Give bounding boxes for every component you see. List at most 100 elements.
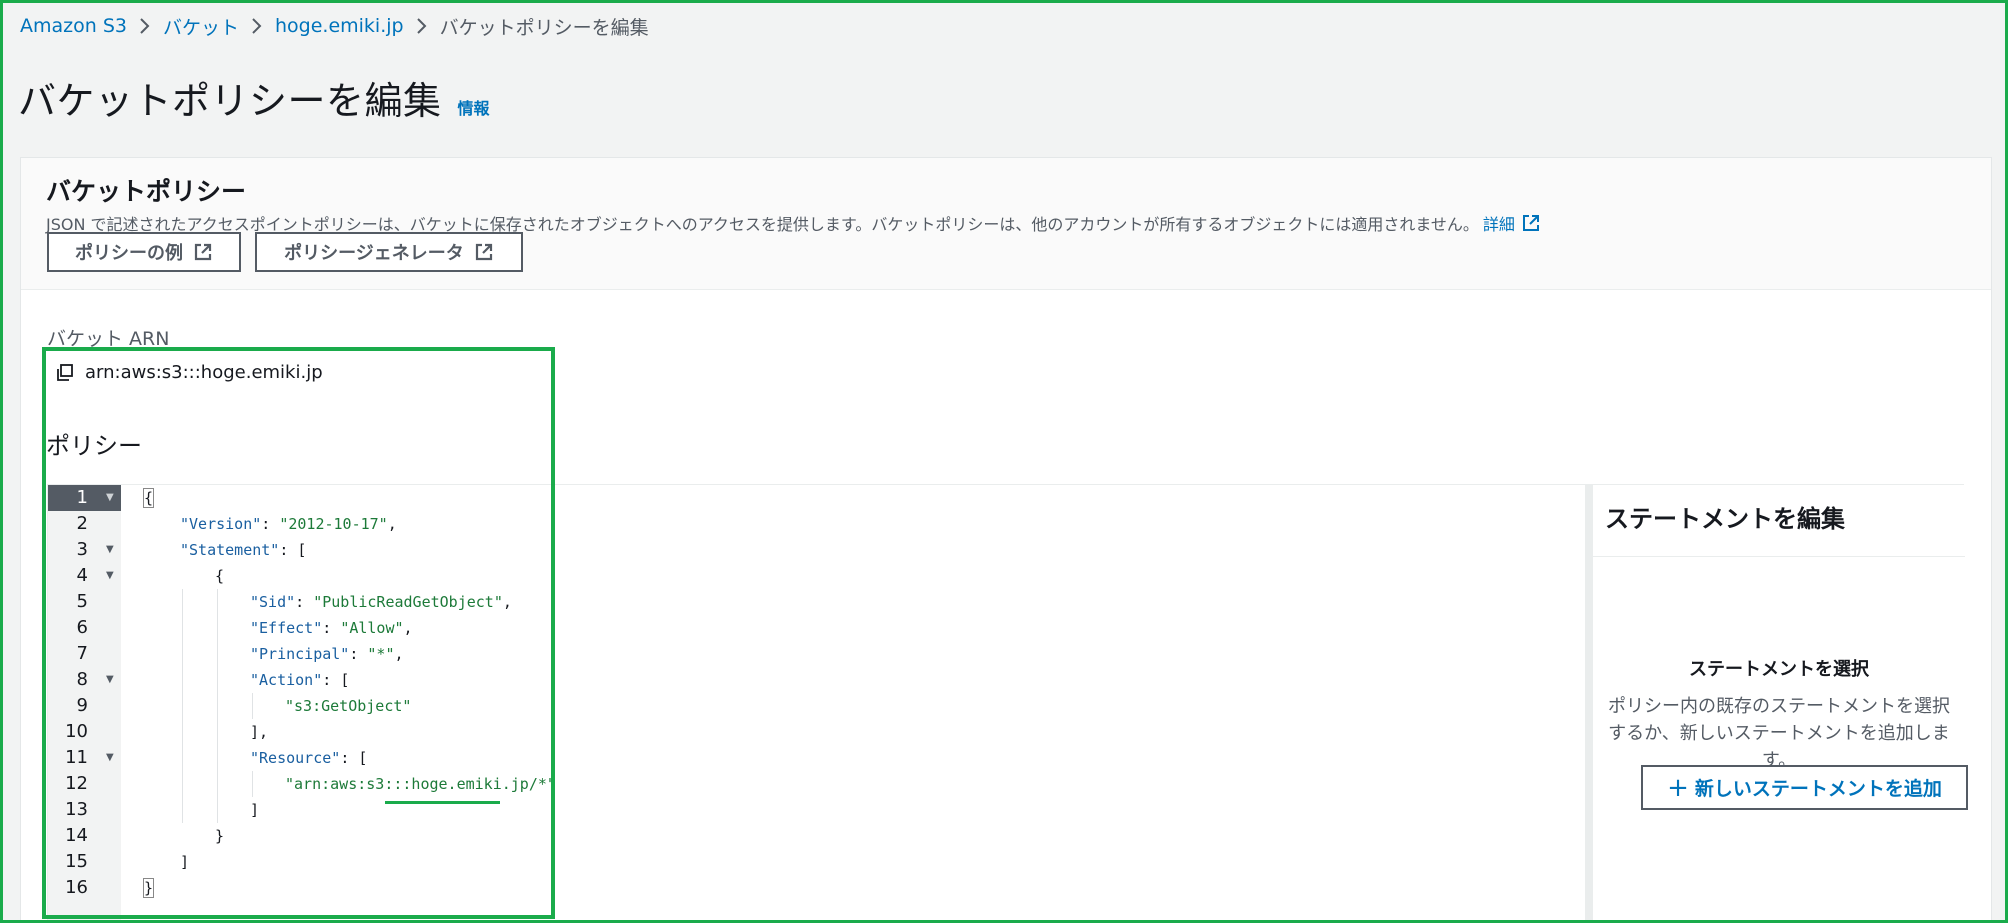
external-link-icon	[1522, 215, 1539, 231]
line-number: 9	[76, 695, 88, 716]
policy-example-label: ポリシーの例	[75, 243, 183, 264]
json-key: "Principal"	[250, 645, 350, 663]
code-line-16: }	[142, 875, 155, 901]
detail-link-label: 詳細	[1482, 215, 1515, 234]
line-number: 10	[65, 721, 88, 742]
line-number: 15	[65, 851, 88, 872]
code-line-7: "Principal": "*",	[250, 645, 404, 663]
code-line-1: {	[142, 485, 155, 511]
page-header: バケットポリシーを編集 情報	[18, 70, 490, 125]
statement-select-heading: ステートメントを選択	[1689, 659, 1869, 680]
json-bracket: [	[297, 541, 307, 559]
line-number: 8	[76, 669, 88, 690]
json-brace: }	[215, 827, 225, 845]
statement-panel-title: ステートメントを編集	[1593, 485, 1965, 557]
line-number: 7	[76, 643, 88, 664]
chevron-right-icon	[127, 17, 163, 35]
add-statement-button[interactable]: + 新しいステートメントを追加	[1641, 765, 1968, 810]
json-bracket: ],	[250, 723, 269, 741]
code-line-4: {	[215, 563, 224, 589]
brace-close: }	[142, 878, 155, 898]
line-number: 12	[65, 773, 88, 794]
json-bracket: [	[358, 749, 368, 767]
json-key: "Effect"	[250, 619, 323, 637]
chevron-right-icon	[404, 17, 440, 35]
panel-header: バケットポリシー JSON で記述されたアクセスポイントポリシーは、バケットに保…	[21, 158, 1991, 290]
bucket-arn-label: バケット ARN	[47, 328, 170, 350]
policy-example-button[interactable]: ポリシーの例	[47, 232, 241, 272]
fold-arrow-icon[interactable]: ▼	[106, 563, 114, 589]
code-line-13: ]	[250, 797, 259, 823]
json-key: "Resource"	[250, 749, 341, 767]
external-link-icon	[475, 243, 492, 261]
code-line-5: "Sid": "PublicReadGetObject",	[250, 593, 512, 611]
json-bracket: [	[340, 671, 350, 689]
code-line-8: "Action": [	[250, 671, 350, 689]
json-key: "Action"	[250, 671, 323, 689]
json-brace: {	[215, 567, 225, 585]
json-string: "PublicReadGetObject"	[313, 593, 503, 611]
line-number: 11	[65, 747, 88, 768]
line-number: 14	[65, 825, 88, 846]
panel-title: バケットポリシー	[46, 177, 247, 206]
policy-label: ポリシー	[46, 432, 142, 460]
line-number: 4	[76, 565, 88, 586]
policy-editor[interactable]: 1 2 3 4 5 6 7 8 9 10 11 12 13 14 15 16 ▼…	[47, 484, 1968, 923]
code-line-15: ]	[180, 849, 189, 875]
breadcrumb-bucket[interactable]: hoge.emiki.jp	[275, 15, 404, 37]
indent-guide	[217, 589, 218, 823]
json-string: "arn:aws:s3:::hoge.emiki.jp/*"	[285, 775, 556, 793]
indent-guide	[252, 771, 253, 797]
breadcrumb: Amazon S3 バケット hoge.emiki.jp バケットポリシーを編集	[20, 12, 649, 40]
line-number: 5	[76, 591, 88, 612]
fold-arrow-icon[interactable]: ▼	[106, 745, 114, 771]
json-string: "Allow"	[340, 619, 404, 637]
page-title: バケットポリシーを編集	[18, 79, 442, 123]
line-number: 2	[76, 513, 88, 534]
code-line-6: "Effect": "Allow",	[250, 619, 413, 637]
external-link-icon	[194, 243, 212, 261]
bucket-policy-panel: バケットポリシー JSON で記述されたアクセスポイントポリシーは、バケットに保…	[20, 157, 1992, 923]
bucket-arn-row: arn:aws:s3:::hoge.emiki.jp	[55, 362, 323, 383]
statement-select-description: ポリシー内の既存のステートメントを選択するか、新しいステートメントを追加します。	[1608, 696, 1950, 771]
breadcrumb-s3[interactable]: Amazon S3	[20, 15, 127, 37]
editor-resize-handle[interactable]	[1585, 485, 1593, 923]
code-line-14: }	[215, 823, 224, 849]
json-bracket: ]	[180, 853, 190, 871]
code-line-10: ],	[250, 719, 268, 745]
add-statement-label: 新しいステートメントを追加	[1694, 778, 1942, 800]
line-number: 6	[76, 617, 88, 638]
code-line-12: "arn:aws:s3:::hoge.emiki.jp/*"	[285, 771, 556, 797]
fold-arrow-icon[interactable]: ▼	[106, 537, 114, 563]
json-string: "s3:GetObject"	[285, 697, 412, 715]
line-number: 16	[65, 877, 88, 898]
line-number: 3	[76, 539, 88, 560]
breadcrumb-buckets[interactable]: バケット	[163, 13, 239, 40]
policy-generator-label: ポリシージェネレータ	[284, 243, 464, 264]
line-number: 1	[76, 487, 88, 508]
breadcrumb-current: バケットポリシーを編集	[439, 16, 649, 39]
chevron-right-icon	[239, 17, 275, 35]
policy-generator-button[interactable]: ポリシージェネレータ	[255, 232, 523, 272]
json-key: "Statement"	[180, 541, 280, 559]
copy-icon[interactable]	[55, 363, 75, 383]
code-line-3: "Statement": [	[180, 541, 307, 559]
fold-arrow-icon[interactable]: ▼	[106, 485, 114, 511]
json-key: "Sid"	[250, 593, 296, 611]
plus-icon: +	[1667, 772, 1689, 803]
json-bracket: ]	[250, 801, 260, 819]
code-line-9: "s3:GetObject"	[285, 693, 411, 719]
statement-panel: ステートメントを編集 ステートメントを選択 ポリシー内の既存のステートメントを選…	[1593, 485, 1968, 923]
json-string: "*"	[367, 645, 395, 663]
code-line-11: "Resource": [	[250, 749, 368, 767]
fold-arrow-icon[interactable]: ▼	[106, 667, 114, 693]
json-string: "2012-10-17"	[279, 515, 388, 533]
info-link[interactable]: 情報	[458, 95, 490, 119]
detail-link[interactable]: 詳細	[1483, 211, 1541, 235]
annotation-underline	[385, 801, 500, 804]
brace-open: {	[142, 488, 155, 508]
json-key: "Version"	[180, 515, 262, 533]
indent-guide	[182, 589, 183, 823]
editor-gutter: 1 2 3 4 5 6 7 8 9 10 11 12 13 14 15 16 ▼…	[48, 485, 121, 923]
indent-guide	[252, 693, 253, 719]
